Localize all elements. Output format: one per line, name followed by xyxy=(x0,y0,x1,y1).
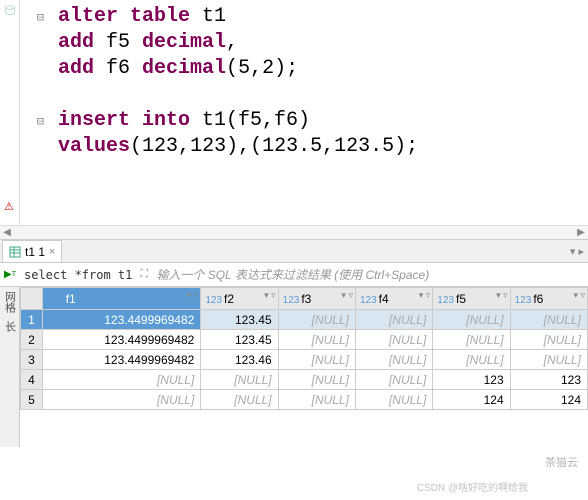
execute-icon[interactable]: ▶T xyxy=(0,269,20,280)
table-row[interactable]: 5[NULL][NULL][NULL][NULL]124124 xyxy=(21,390,588,410)
cell[interactable]: [NULL] xyxy=(510,310,587,330)
side-tab-long[interactable]: 长 xyxy=(2,317,18,336)
cell[interactable]: [NULL] xyxy=(510,350,587,370)
filter-hint[interactable]: 输入一个 SQL 表达式来过滤结果 (使用 Ctrl+Space) xyxy=(152,266,429,283)
cell[interactable]: [NULL] xyxy=(355,350,432,370)
column-header[interactable]: 123f3▾ ▿ xyxy=(278,288,355,310)
cell[interactable]: 124 xyxy=(510,390,587,410)
table-row[interactable]: 2123.4499969482123.45[NULL][NULL][NULL][… xyxy=(21,330,588,350)
grid-side-tabs[interactable]: 网格 长 xyxy=(0,287,20,447)
close-icon[interactable]: × xyxy=(49,246,55,258)
column-header[interactable]: 123f4▾ ▿ xyxy=(355,288,432,310)
row-header-corner[interactable] xyxy=(21,288,43,310)
cell[interactable]: [NULL] xyxy=(355,370,432,390)
sql-editor[interactable]: ⊟ ⊟ alter table t1add f5 decimal,add f6 … xyxy=(0,0,588,225)
column-header[interactable]: 123f1▾ ▿ xyxy=(43,288,201,310)
fold-marker[interactable]: ⊟ xyxy=(20,108,44,134)
cell[interactable]: 123.4499969482 xyxy=(43,330,201,350)
table-row[interactable]: 4[NULL][NULL][NULL][NULL]123123 xyxy=(21,370,588,390)
row-number[interactable]: 1 xyxy=(21,310,43,330)
error-icon: ⚠ xyxy=(4,200,14,213)
watermark-csdn: CSDN @啥好吃的啊给我 xyxy=(417,479,528,494)
row-number[interactable]: 5 xyxy=(21,390,43,410)
cell[interactable]: [NULL] xyxy=(278,370,355,390)
table-row[interactable]: 1123.4499969482123.45[NULL][NULL][NULL][… xyxy=(21,310,588,330)
tab-result[interactable]: t1 1 × xyxy=(2,240,62,262)
cell[interactable]: [NULL] xyxy=(43,390,201,410)
filter-sql-text: select *from t1 xyxy=(20,268,136,282)
column-header[interactable]: 123f5▾ ▿ xyxy=(433,288,510,310)
cell[interactable]: [NULL] xyxy=(278,310,355,330)
tab-label: t1 1 xyxy=(25,245,45,259)
cell[interactable]: 124 xyxy=(433,390,510,410)
table-icon xyxy=(9,246,21,258)
scroll-right-icon[interactable]: ▶ xyxy=(574,226,588,240)
column-header[interactable]: 123f2▾ ▿ xyxy=(201,288,278,310)
cell[interactable]: [NULL] xyxy=(278,350,355,370)
scroll-left-icon[interactable]: ◀ xyxy=(0,226,14,240)
cell[interactable]: 123.45 xyxy=(201,310,278,330)
cell[interactable]: [NULL] xyxy=(278,330,355,350)
cell[interactable]: 123 xyxy=(433,370,510,390)
cell[interactable]: [NULL] xyxy=(433,350,510,370)
cell[interactable]: [NULL] xyxy=(201,370,278,390)
editor-scrollbar[interactable]: ◀ ▶ xyxy=(0,225,588,239)
cell[interactable]: 123.45 xyxy=(201,330,278,350)
db-icon xyxy=(3,4,17,18)
table-row[interactable]: 3123.4499969482123.46[NULL][NULL][NULL][… xyxy=(21,350,588,370)
expand-icon[interactable]: ⛶ xyxy=(136,268,152,281)
cell[interactable]: [NULL] xyxy=(510,330,587,350)
watermark: 茶猫云 xyxy=(545,454,578,470)
cell[interactable]: 123.4499969482 xyxy=(43,350,201,370)
cell[interactable]: [NULL] xyxy=(433,330,510,350)
row-number[interactable]: 4 xyxy=(21,370,43,390)
code-content[interactable]: alter table t1add f5 decimal,add f6 deci… xyxy=(50,0,588,225)
fold-marker[interactable]: ⊟ xyxy=(20,4,44,30)
side-tab-grid[interactable]: 网格 xyxy=(2,287,18,317)
result-grid[interactable]: 123f1▾ ▿123f2▾ ▿123f3▾ ▿123f4▾ ▿123f5▾ ▿… xyxy=(20,287,588,410)
cell[interactable]: [NULL] xyxy=(433,310,510,330)
cell[interactable]: [NULL] xyxy=(43,370,201,390)
row-number[interactable]: 2 xyxy=(21,330,43,350)
cell[interactable]: [NULL] xyxy=(278,390,355,410)
cell[interactable]: 123.4499969482 xyxy=(43,310,201,330)
cell[interactable]: 123 xyxy=(510,370,587,390)
cell[interactable]: [NULL] xyxy=(355,390,432,410)
tabs-menu-icon[interactable]: ▾ ▸ xyxy=(570,245,588,258)
result-tabs: t1 1 × ▾ ▸ xyxy=(0,239,588,263)
fold-gutter: ⊟ ⊟ xyxy=(20,0,50,225)
cell[interactable]: [NULL] xyxy=(355,310,432,330)
editor-icon-gutter xyxy=(0,0,20,225)
row-number[interactable]: 3 xyxy=(21,350,43,370)
column-header[interactable]: 123f6▾ ▿ xyxy=(510,288,587,310)
cell[interactable]: 123.46 xyxy=(201,350,278,370)
cell[interactable]: [NULL] xyxy=(355,330,432,350)
result-grid-area: 网格 长 123f1▾ ▿123f2▾ ▿123f3▾ ▿123f4▾ ▿123… xyxy=(0,287,588,447)
filter-bar: ▶T select *from t1 ⛶ 输入一个 SQL 表达式来过滤结果 (… xyxy=(0,263,588,287)
cell[interactable]: [NULL] xyxy=(201,390,278,410)
